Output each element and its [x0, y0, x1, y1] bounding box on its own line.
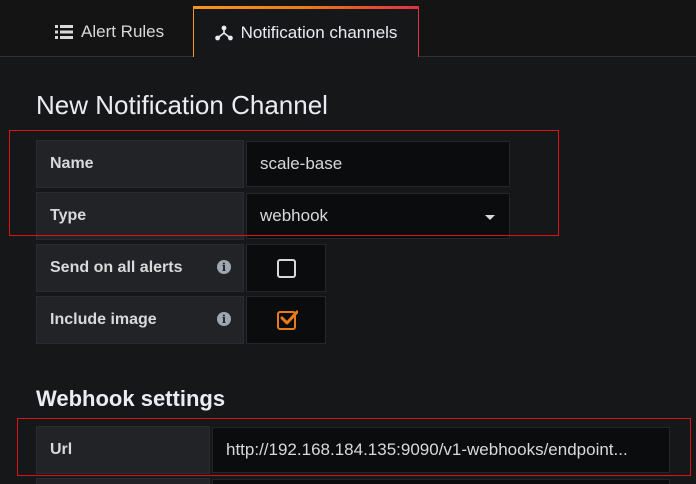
send-on-all-alerts-text: Send on all alerts	[50, 259, 183, 276]
next-row-label	[36, 478, 210, 484]
sitemap-icon	[214, 25, 233, 41]
send-on-all-alerts-checkbox[interactable]	[277, 259, 296, 278]
type-select[interactable]: webhook	[246, 193, 510, 239]
include-image-checkbox[interactable]	[277, 310, 298, 330]
name-input-value: scale-base	[260, 154, 343, 173]
info-icon[interactable]: i	[217, 260, 231, 274]
name-input[interactable]: scale-base	[246, 141, 510, 187]
include-image-text: Include image	[50, 311, 157, 328]
page-title: New Notification Channel	[36, 90, 328, 120]
list-icon	[55, 24, 73, 39]
tab-alert-rules-label: Alert Rules	[81, 21, 165, 41]
include-image-cell	[246, 296, 326, 344]
include-image-label: Include image i	[36, 296, 244, 344]
send-on-all-alerts-label: Send on all alerts i	[36, 244, 244, 292]
send-on-all-alerts-cell	[246, 244, 326, 292]
tab-bar: Alert Rules Notification channels	[0, 0, 696, 58]
webhook-settings-title: Webhook settings	[36, 386, 226, 411]
url-input-value: http://192.168.184.135:9090/v1-webhooks/…	[226, 440, 628, 459]
info-icon[interactable]: i	[217, 312, 231, 326]
type-label: Type	[36, 192, 244, 240]
tab-alert-rules[interactable]: Alert Rules	[55, 6, 164, 57]
url-label-text: Url	[50, 441, 73, 458]
type-label-text: Type	[50, 207, 87, 224]
tab-notification-channels-label: Notification channels	[240, 23, 398, 42]
name-label-text: Name	[50, 155, 94, 172]
url-label: Url	[36, 426, 210, 474]
url-input[interactable]: http://192.168.184.135:9090/v1-webhooks/…	[212, 427, 670, 473]
checkmark-icon	[280, 310, 298, 325]
caret-down-icon	[485, 215, 495, 220]
tab-notification-channels[interactable]: Notification channels	[193, 6, 419, 58]
name-label: Name	[36, 140, 244, 188]
type-select-value: webhook	[260, 206, 329, 225]
next-row-field[interactable]	[212, 479, 670, 484]
